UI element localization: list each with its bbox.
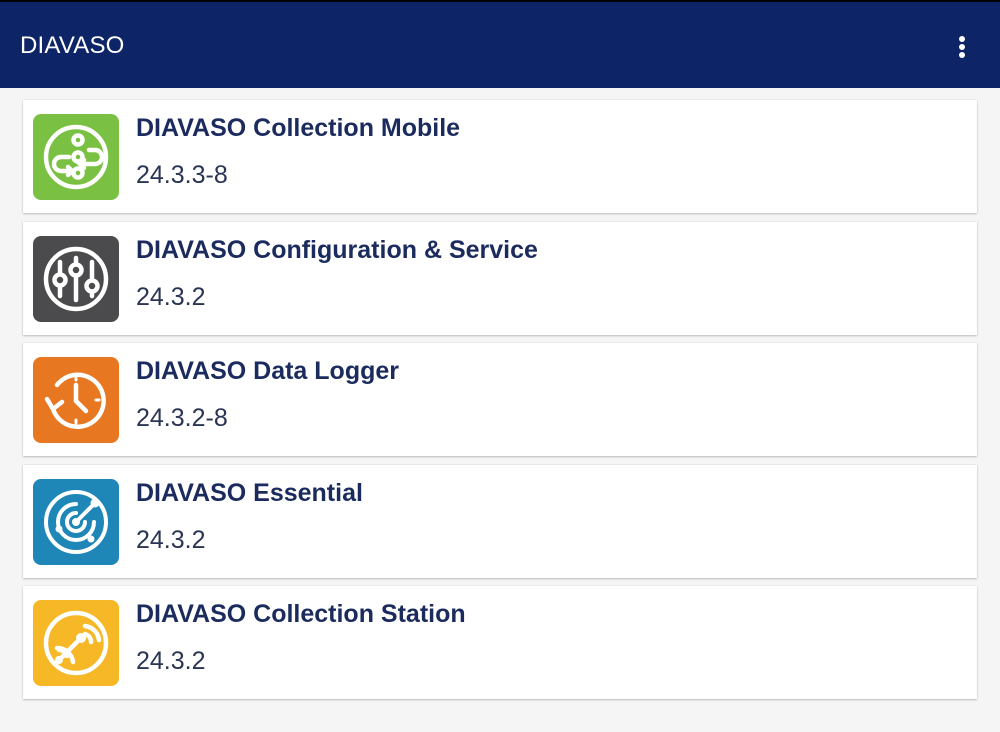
app-card-collection-mobile[interactable]: DIAVASO Collection Mobile 24.3.3-8 xyxy=(23,100,977,213)
app-card-essential[interactable]: DIAVASO Essential 24.3.2 xyxy=(23,464,977,578)
essential-radar-icon xyxy=(33,478,119,565)
app-bar: DIAVASO xyxy=(0,0,1000,88)
app-name: DIAVASO Configuration & Service xyxy=(136,235,538,264)
app-list: DIAVASO Collection Mobile 24.3.3-8 DIAVA… xyxy=(23,100,977,708)
app-card-configuration-service[interactable]: DIAVASO Configuration & Service 24.3.2 xyxy=(23,221,977,335)
app-name: DIAVASO Essential xyxy=(136,478,363,507)
menu-dot xyxy=(959,44,965,50)
app-version: 24.3.2 xyxy=(136,282,206,311)
app-card-data-logger[interactable]: DIAVASO Data Logger 24.3.2-8 xyxy=(23,343,977,456)
configuration-sliders-icon xyxy=(33,235,119,322)
menu-dot xyxy=(959,52,965,58)
app-card-collection-station[interactable]: DIAVASO Collection Station 24.3.2 xyxy=(23,586,977,699)
app-version: 24.3.2 xyxy=(136,525,206,554)
app-version: 24.3.2 xyxy=(136,647,206,675)
app-name: DIAVASO Collection Mobile xyxy=(136,114,461,142)
collection-mobile-icon xyxy=(33,114,119,200)
app-title: DIAVASO xyxy=(20,32,125,59)
app-version: 24.3.3-8 xyxy=(136,161,228,189)
menu-dot xyxy=(959,36,965,42)
collection-station-signal-icon xyxy=(33,600,119,686)
data-logger-clock-icon xyxy=(33,357,119,443)
app-name: DIAVASO Collection Station xyxy=(136,600,466,628)
app-name: DIAVASO Data Logger xyxy=(136,357,399,385)
more-vert-icon[interactable] xyxy=(944,26,980,68)
app-version: 24.3.2-8 xyxy=(136,404,228,432)
